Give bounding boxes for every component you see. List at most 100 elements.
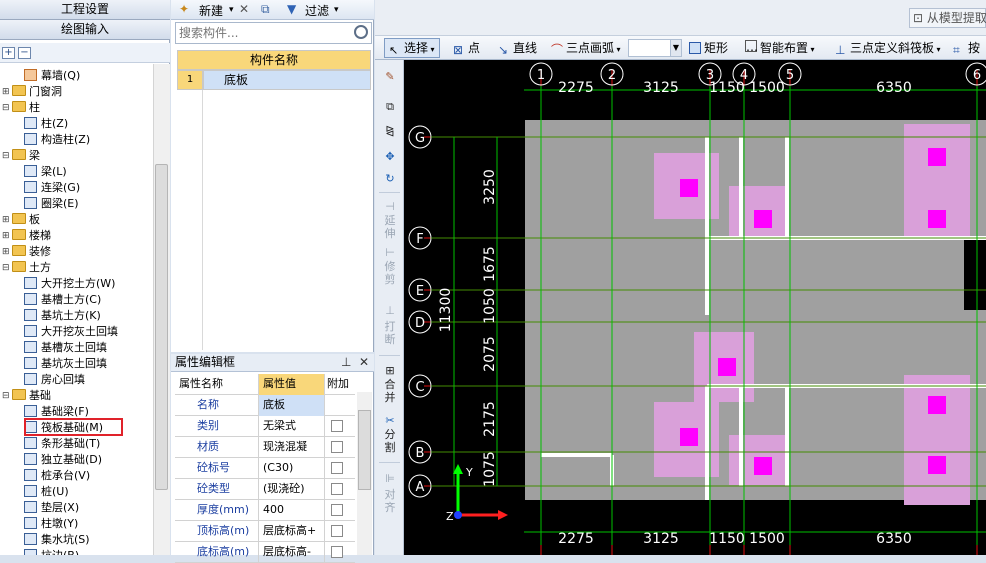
tree-folder[interactable]: ⊞ 楼梯 <box>2 228 51 244</box>
copy-icon[interactable]: ⧉ <box>261 2 270 17</box>
line-button[interactable]: ↘ 直线 <box>498 39 537 57</box>
move-icon[interactable]: ✥ <box>381 150 399 163</box>
tree-item[interactable]: 条形基础(T) <box>24 436 100 452</box>
align-button[interactable]: 对齐 <box>381 488 399 514</box>
extra-checkbox[interactable] <box>331 420 343 432</box>
property-value[interactable]: 底板 <box>259 395 325 416</box>
tree-item[interactable]: 大开挖土方(W) <box>24 276 115 292</box>
rotate-icon[interactable]: ↻ <box>381 172 399 185</box>
three-point-arc-button[interactable]: ⌒ 三点画弧 ▾ <box>551 39 621 57</box>
collapse-icon[interactable]: ⊟ <box>2 260 10 276</box>
search-icon[interactable] <box>354 25 368 39</box>
property-scrollbar-thumb[interactable] <box>358 410 371 490</box>
expand-icon[interactable]: ⊞ <box>2 228 10 244</box>
delete-icon[interactable]: ✕ <box>239 2 249 16</box>
expand-all-icon[interactable]: + <box>2 47 15 59</box>
property-value[interactable]: (C30) <box>259 458 325 479</box>
tree-item[interactable]: 垫层(X) <box>24 500 79 516</box>
copy-object-icon[interactable]: ⧉ <box>381 100 399 113</box>
new-button[interactable]: 新建 <box>199 2 223 19</box>
expand-icon[interactable]: ⊞ <box>2 84 10 100</box>
property-row[interactable]: 厚度(mm) 400 <box>175 500 355 521</box>
property-value[interactable]: 400 <box>259 500 325 521</box>
property-value[interactable]: 现浇混凝 <box>259 437 325 458</box>
property-row[interactable]: 砼类型 (现浇砼) <box>175 479 355 500</box>
model-extract-button[interactable]: ⊡ 从模型提取 <box>909 8 986 28</box>
tree-item[interactable]: 集水坑(S) <box>24 532 90 548</box>
point-button[interactable]: ⊠ 点 <box>453 39 480 57</box>
collapse-all-icon[interactable]: − <box>18 47 31 59</box>
drawing-canvas[interactable]: 1 2 3 4 5 6 G F E D C B A 2275 2275 3125 3125 1150 1150 150… <box>404 60 986 555</box>
filter-dropdown-arrow-icon[interactable]: ▾ <box>334 5 339 15</box>
tree-folder[interactable]: ⊟ 梁 <box>2 148 40 164</box>
expand-icon[interactable]: ⊞ <box>2 244 10 260</box>
tree-item[interactable]: 坑边(B) <box>24 548 79 555</box>
chevron-down-icon[interactable]: ▼ <box>670 40 681 56</box>
tree-item[interactable]: 房心回填 <box>24 372 85 388</box>
extra-checkbox[interactable] <box>331 504 343 516</box>
property-row[interactable]: 名称 底板 <box>175 395 355 416</box>
pin-icon[interactable]: ⊥ <box>341 355 351 369</box>
tree-folder[interactable]: ⊟ 柱 <box>2 100 40 116</box>
tree-folder[interactable]: ⊞ 装修 <box>2 244 51 260</box>
break-button[interactable]: 打断 <box>381 320 399 346</box>
property-row[interactable]: 砼标号 (C30) <box>175 458 355 479</box>
property-value[interactable]: 层底标高- <box>259 542 325 563</box>
tree-item[interactable]: 柱墩(Y) <box>24 516 78 532</box>
tree-item[interactable]: 梁(L) <box>24 164 67 180</box>
tree-item[interactable]: 幕墙(Q) <box>24 68 80 84</box>
collapse-icon[interactable]: ⊟ <box>2 148 10 164</box>
split-button[interactable]: 分割 <box>381 428 399 454</box>
new-dropdown-arrow-icon[interactable]: ▾ <box>229 5 234 15</box>
property-value[interactable]: 层底标高+ <box>259 521 325 542</box>
collapse-icon[interactable]: ⊟ <box>2 100 10 116</box>
expand-icon[interactable]: ⊞ <box>2 212 10 228</box>
tree-folder[interactable]: ⊞ 板 <box>2 212 40 228</box>
extra-checkbox[interactable] <box>331 441 343 453</box>
slope-raft-button[interactable]: ⊥ 三点定义斜筏板 ▾ <box>835 39 941 57</box>
extra-checkbox[interactable] <box>331 462 343 474</box>
tree-item[interactable]: 大开挖灰土回填 <box>24 324 118 340</box>
property-row[interactable]: 材质 现浇混凝 <box>175 437 355 458</box>
drawing-input-button[interactable]: 绘图输入 <box>0 20 170 40</box>
tree-scrollbar-thumb[interactable] <box>155 164 168 490</box>
filter-button[interactable]: 过滤 <box>305 2 329 19</box>
tree-item[interactable]: 连梁(G) <box>24 180 80 196</box>
property-value[interactable]: 无梁式 <box>259 416 325 437</box>
tree-item[interactable]: 桩承台(V) <box>24 468 90 484</box>
property-row[interactable]: 顶标高(m) 层底标高+ <box>175 521 355 542</box>
collapse-icon[interactable]: ⊟ <box>2 388 10 404</box>
extra-checkbox[interactable] <box>331 546 343 558</box>
property-row[interactable]: 底标高(m) 层底标高- <box>175 542 355 563</box>
tree-item[interactable]: 独立基础(D) <box>24 452 102 468</box>
tree-item[interactable]: 圈梁(E) <box>24 196 79 212</box>
property-row[interactable]: 类别 无梁式 <box>175 416 355 437</box>
smart-layout-button[interactable]: ⋯ 智能布置 ▾ <box>745 39 815 57</box>
tree-folder[interactable]: ⊟ 土方 <box>2 260 51 276</box>
brush-icon[interactable]: ✎ <box>381 70 399 83</box>
tree-item[interactable]: 构造柱(Z) <box>24 132 90 148</box>
new-icon[interactable]: ✦ <box>179 2 189 16</box>
extra-checkbox[interactable] <box>331 525 343 537</box>
tree-folder[interactable]: ⊟ 基础 <box>2 388 51 404</box>
component-row[interactable]: 底板 <box>203 70 371 90</box>
filter-icon[interactable]: ▼ <box>287 2 296 16</box>
search-input[interactable] <box>176 23 346 43</box>
extra-checkbox[interactable] <box>331 483 343 495</box>
tree-item[interactable]: 基坑灰土回填 <box>24 356 107 372</box>
mirror-icon[interactable]: ⧎ <box>381 124 399 137</box>
tree-folder[interactable]: ⊞ 门窗洞 <box>2 84 62 100</box>
property-value[interactable]: (现浇砼) <box>259 479 325 500</box>
tree-item[interactable]: 柱(Z) <box>24 116 68 132</box>
tree-item[interactable]: 基槽土方(C) <box>24 292 101 308</box>
by-button[interactable]: ⌗ 按 <box>953 39 980 57</box>
project-settings-button[interactable]: 工程设置 <box>0 0 170 20</box>
tree-item[interactable]: 桩(U) <box>24 484 69 500</box>
extend-button[interactable]: 延伸 <box>381 214 399 240</box>
merge-button[interactable]: 合并 <box>381 378 399 404</box>
trim-button[interactable]: 修剪 <box>381 260 399 286</box>
close-icon[interactable]: ✕ <box>359 355 369 369</box>
tree-item[interactable]: 基槽灰土回填 <box>24 340 107 356</box>
rectangle-button[interactable]: 矩形 <box>689 39 728 57</box>
select-button[interactable]: ↖ 选择 ▾ <box>384 38 440 58</box>
